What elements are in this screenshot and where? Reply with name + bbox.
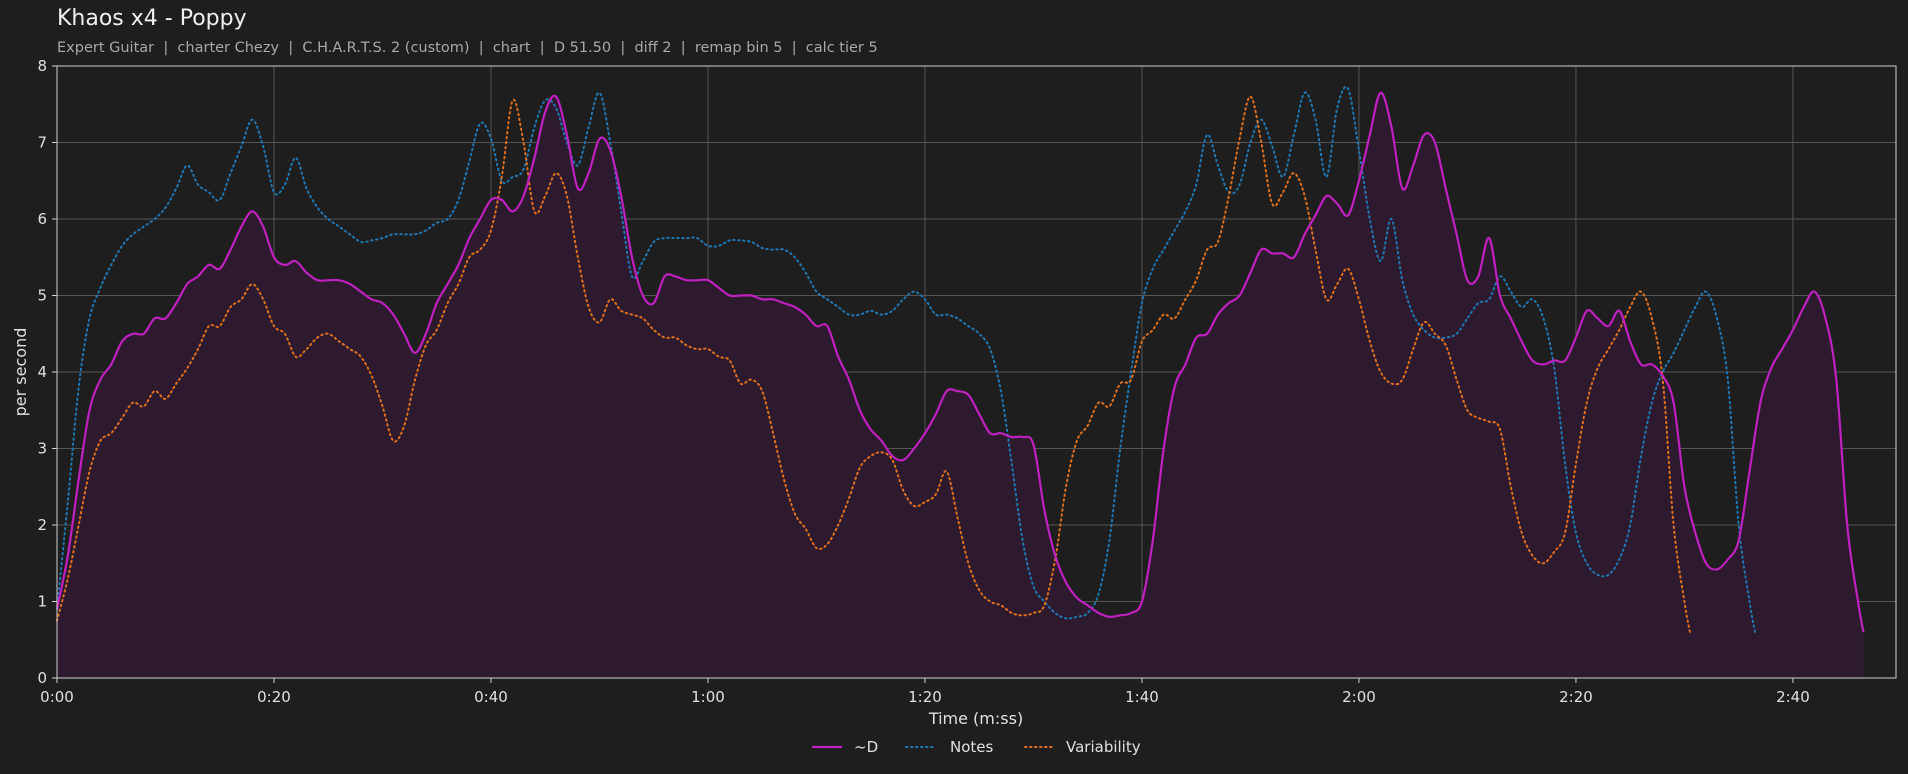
legend-label-notes: Notes	[950, 738, 994, 756]
x-tick-label: 0:20	[257, 688, 291, 706]
legend-label-d: ~D	[854, 738, 878, 756]
x-tick-label: 2:40	[1776, 688, 1810, 706]
x-tick-label: 0:00	[40, 688, 74, 706]
x-tick-label: 1:40	[1125, 688, 1159, 706]
y-tick-label: 7	[37, 134, 47, 152]
y-tick-label: 8	[37, 57, 47, 75]
x-tick-label: 1:00	[691, 688, 725, 706]
x-tick-label: 1:20	[908, 688, 942, 706]
x-axis-ticks: 0:00 0:20 0:40 1:00 1:20 1:40 2:00 2:20 2:40	[40, 678, 1810, 706]
y-tick-label: 4	[37, 363, 47, 381]
line-chart: 0:00 0:20 0:40 1:00 1:20 1:40 2:00 2:20 2:40 0 1 2…	[11, 57, 1897, 756]
legend: ~D Notes Variability	[812, 738, 1141, 756]
x-axis-label: Time (m:ss)	[928, 709, 1023, 728]
y-axis-label: per second	[11, 328, 30, 417]
legend-label-variability: Variability	[1066, 738, 1141, 756]
y-tick-label: 5	[37, 287, 47, 305]
x-tick-label: 2:20	[1559, 688, 1593, 706]
x-tick-label: 2:00	[1342, 688, 1376, 706]
y-tick-label: 0	[37, 669, 47, 687]
y-tick-label: 6	[37, 210, 47, 228]
y-tick-label: 2	[37, 516, 47, 534]
y-tick-label: 3	[37, 440, 47, 458]
y-tick-label: 1	[37, 593, 47, 611]
x-tick-label: 0:40	[474, 688, 508, 706]
y-axis-ticks: 0 1 2 3 4 5 6 7 8	[37, 57, 57, 687]
